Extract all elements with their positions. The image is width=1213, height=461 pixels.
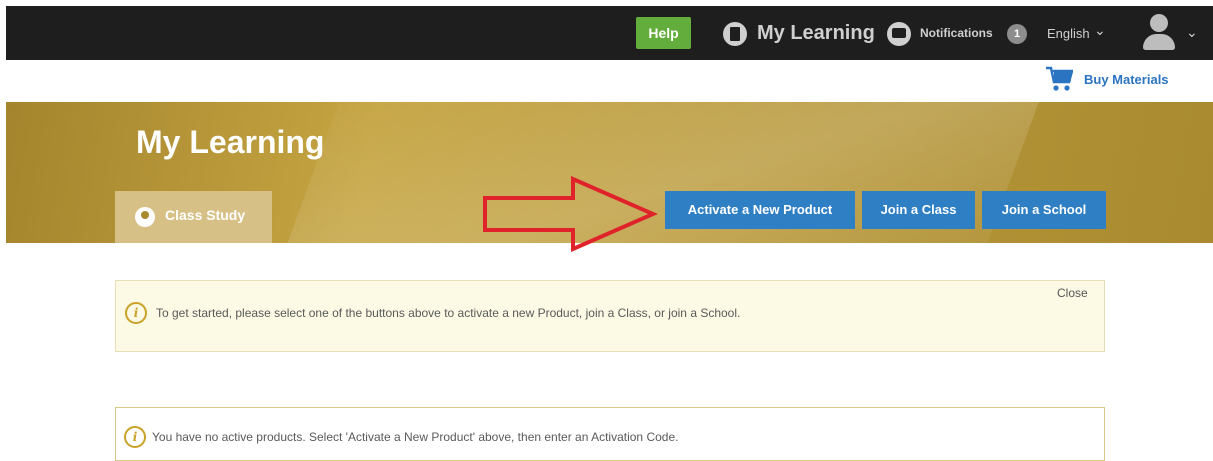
- alert-message: To get started, please select one of the…: [156, 306, 741, 320]
- getting-started-alert: i To get started, please select one of t…: [115, 280, 1105, 352]
- join-class-button[interactable]: Join a Class: [862, 191, 975, 229]
- page-title: My Learning: [136, 124, 325, 160]
- activate-new-product-button[interactable]: Activate a New Product: [665, 191, 855, 229]
- notifications-link[interactable]: Notifications: [920, 26, 993, 40]
- user-avatar-icon[interactable]: [1139, 12, 1179, 52]
- buy-materials-link[interactable]: Buy Materials: [1084, 72, 1169, 87]
- chevron-down-icon[interactable]: ⌄: [1094, 22, 1106, 39]
- info-icon: i: [124, 426, 146, 448]
- no-products-alert: i You have no active products. Select 'A…: [115, 407, 1105, 461]
- close-link[interactable]: Close: [1057, 286, 1088, 300]
- tab-label: Class Study: [165, 207, 246, 223]
- my-learning-link[interactable]: My Learning: [757, 20, 875, 46]
- top-navigation-bar: Help My Learning Notifications 1 English…: [6, 6, 1213, 60]
- avatar-body: [1143, 34, 1175, 50]
- avatar-head: [1150, 14, 1168, 32]
- cart-icon[interactable]: [1045, 66, 1073, 92]
- help-button[interactable]: Help: [636, 17, 691, 49]
- notifications-count-badge: 1: [1007, 24, 1027, 44]
- class-study-icon: [135, 207, 155, 227]
- alert-message: You have no active products. Select 'Act…: [152, 430, 679, 444]
- chevron-down-icon[interactable]: ⌄: [1186, 24, 1198, 41]
- book-icon[interactable]: [723, 22, 747, 46]
- red-arrow-annotation: [483, 176, 658, 252]
- info-icon: i: [125, 302, 147, 324]
- language-selector[interactable]: English: [1047, 26, 1090, 41]
- megaphone-icon[interactable]: [887, 22, 911, 46]
- join-school-button[interactable]: Join a School: [982, 191, 1106, 229]
- tab-class-study[interactable]: Class Study: [115, 191, 272, 243]
